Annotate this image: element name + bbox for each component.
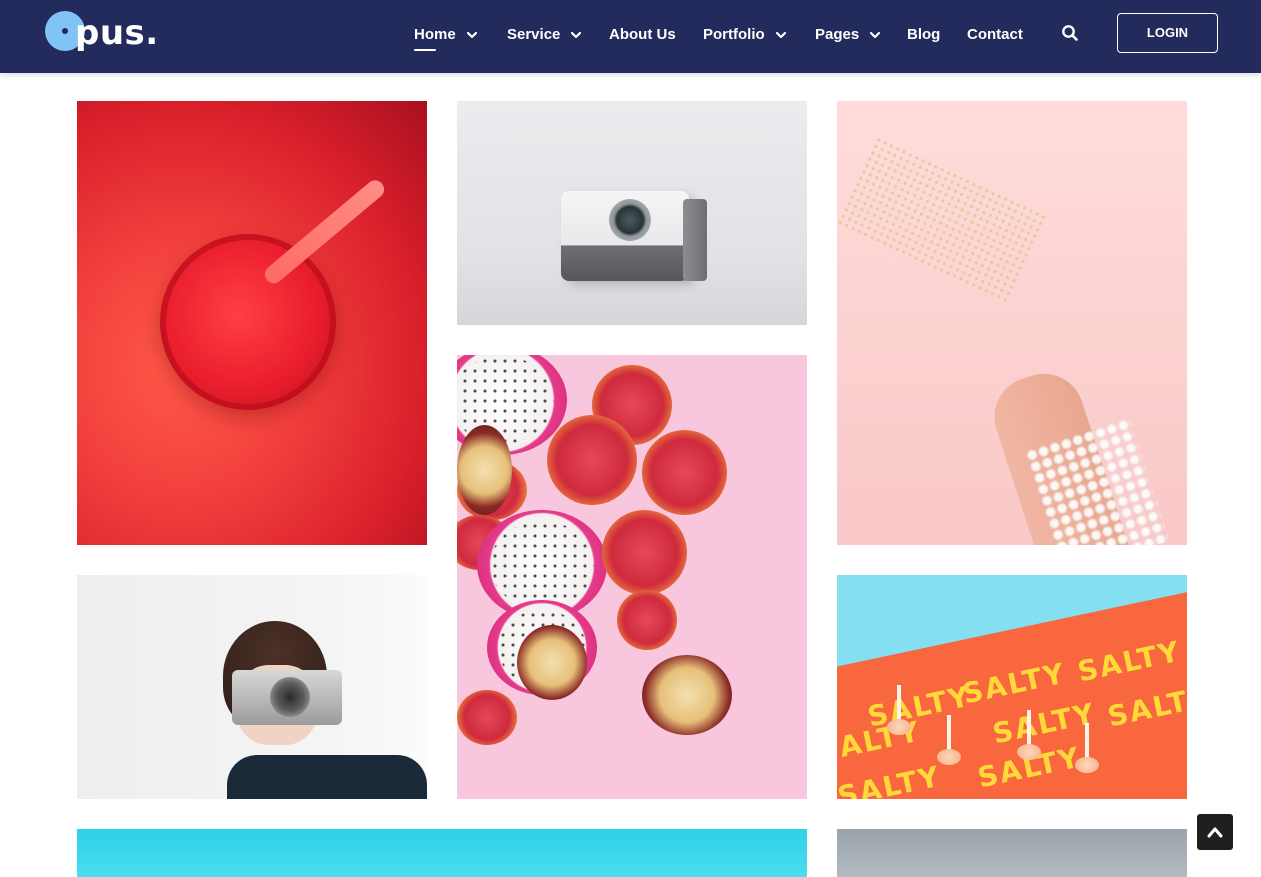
- gallery-tile-red-drink[interactable]: [77, 101, 427, 545]
- blood-orange-image: [617, 590, 677, 650]
- clothing-image: [227, 755, 427, 799]
- chevron-down-icon: [466, 31, 477, 39]
- nav-item-label: Service: [507, 25, 561, 43]
- gallery-tile-salty[interactable]: SALTY SALTY SALTY SALTY SALTY SALTY SALT…: [837, 575, 1187, 799]
- search-button[interactable]: [1061, 24, 1079, 42]
- drink-glass-image: [160, 234, 336, 410]
- nav-item-label: Contact: [967, 25, 1023, 43]
- nav-item-portfolio[interactable]: Portfolio: [703, 24, 787, 44]
- straw-image: [261, 176, 388, 287]
- login-button[interactable]: LOGIN: [1117, 13, 1218, 53]
- film-camera-lens-image: [270, 677, 310, 717]
- logo-text: pus.: [75, 13, 159, 53]
- chevron-down-icon: [775, 31, 786, 39]
- nav-item-label: Blog: [907, 25, 941, 43]
- gallery-tile-grey[interactable]: [837, 829, 1187, 877]
- nav-item-label: Pages: [815, 25, 860, 43]
- rambutan-image: [642, 655, 732, 735]
- active-nav-underline: [414, 49, 436, 51]
- nav-item-home[interactable]: Home: [414, 24, 478, 51]
- nav-item-blog[interactable]: Blog: [907, 24, 940, 44]
- rambutan-image: [517, 625, 587, 700]
- blood-orange-image: [457, 690, 517, 745]
- popsicle-image: [937, 715, 961, 765]
- glitter-image: [837, 135, 1050, 307]
- gallery-tile-photographer[interactable]: [77, 575, 427, 799]
- back-to-top-button[interactable]: [1197, 814, 1233, 850]
- gallery-tile-glitter-glass[interactable]: [837, 101, 1187, 545]
- gallery-tile-cyan[interactable]: [77, 829, 807, 877]
- nav-item-label: About Us: [609, 25, 676, 43]
- nav-item-pages[interactable]: Pages: [815, 24, 881, 44]
- popsicle-image: [1075, 723, 1099, 773]
- gallery-tile-camera[interactable]: [457, 101, 807, 325]
- nav-item-label: Portfolio: [703, 25, 765, 43]
- search-icon: [1062, 25, 1078, 41]
- popsicle-image: [1017, 710, 1041, 760]
- site-header: pus. Home Service About Us Portfolio Pag…: [0, 0, 1261, 73]
- gallery-tile-fruits[interactable]: [457, 355, 807, 799]
- chevron-down-icon: [571, 31, 582, 39]
- rambutan-image: [457, 425, 512, 515]
- chevron-up-icon: [1207, 827, 1223, 838]
- nav-item-service[interactable]: Service: [507, 24, 582, 44]
- blood-orange-image: [547, 415, 637, 505]
- camera-side-image: [683, 199, 707, 281]
- nav-item-about-us[interactable]: About Us: [609, 24, 676, 44]
- chevron-down-icon: [870, 31, 881, 39]
- nav-item-contact[interactable]: Contact: [967, 24, 1023, 44]
- popsicle-image: [887, 685, 911, 735]
- nav-item-label: Home: [414, 25, 456, 43]
- brand-logo[interactable]: pus.: [45, 11, 158, 53]
- camera-lens-image: [609, 199, 651, 241]
- blood-orange-image: [602, 510, 687, 595]
- blood-orange-image: [642, 430, 727, 515]
